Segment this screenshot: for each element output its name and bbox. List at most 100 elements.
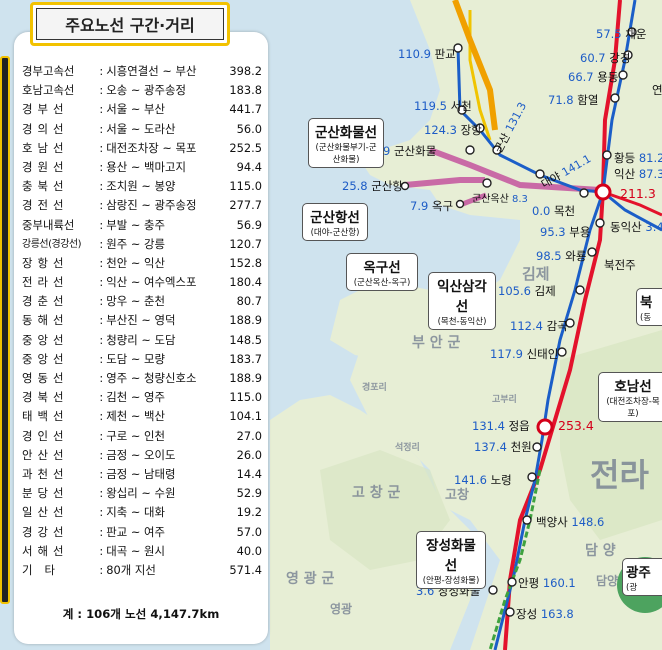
route-name: 영동선 — [22, 371, 69, 385]
route-section: 조치원 ~ 봉양 — [106, 179, 176, 194]
route-distance: 115.0 — [229, 179, 262, 194]
route-distance: 571.4 — [229, 562, 262, 577]
route-name: 과천선 — [22, 466, 69, 481]
route-distance: 188.9 — [229, 371, 262, 385]
route-distance: 115.0 — [229, 390, 262, 405]
route-name: 안산선 — [22, 447, 69, 462]
route-row: 경부선: 서울 ~ 부산 441.7 — [22, 100, 262, 119]
route-section: 80개 지선 — [106, 562, 156, 577]
route-section: 금정 ~ 오이도 — [106, 447, 176, 462]
route-row: 중부내륙선: 부발 ~ 충주 56.9 — [22, 216, 262, 235]
region-gimje: 김제 — [522, 265, 550, 283]
route-separator: : — [99, 390, 104, 405]
route-separator: : — [99, 159, 104, 174]
route-row: 경부고속선: 시흥연결선 ~ 부산 398.2 — [22, 62, 262, 81]
iksan-major-station — [594, 183, 612, 201]
station-gunsan-oksan: 군산옥산 8.3 — [472, 194, 528, 205]
jeongeup-major-station — [536, 418, 554, 436]
callout-jangseong-freight-line: 장성화물선 (안평-장성화물) — [416, 531, 486, 589]
route-row: 영동선: 영주 ~ 청량신호소 188.9 — [22, 369, 262, 388]
route-distance: 120.7 — [229, 236, 262, 251]
callout-edge-buk: 북 (동 — [636, 288, 662, 326]
station-gimje: 105.6 김제 — [498, 284, 556, 298]
region-seokjeong: 석정리 — [395, 443, 420, 453]
station-iksan-ktx: 211.3 — [620, 186, 656, 201]
route-row: 경춘선: 망우 ~ 춘천 80.7 — [22, 292, 262, 311]
region-jeolla: 전라 — [590, 456, 649, 494]
route-distance: 27.0 — [236, 428, 262, 443]
route-separator: : — [99, 236, 104, 251]
callout-edge-gwangju: 광주 (광 — [622, 558, 662, 596]
route-separator: : — [99, 371, 104, 385]
route-distance: 398.2 — [229, 64, 262, 78]
route-name: 호남고속선 — [22, 83, 75, 98]
route-row: 태백선: 제천 ~ 백산 104.1 — [22, 407, 262, 426]
route-name: 중앙선 — [22, 332, 69, 347]
route-table-title: 주요노선 구간·거리 — [36, 8, 224, 40]
station-janghang: 124.3 장항 — [424, 123, 482, 137]
route-section: 판교 ~ 여주 — [106, 524, 166, 539]
region-buan: 부 안 군 — [412, 335, 461, 351]
route-section: 익산 ~ 여수엑스포 — [106, 275, 197, 290]
route-row: 경의선: 서울 ~ 도라산 56.0 — [22, 120, 262, 139]
station-anpyeong: 안평 160.1 — [518, 576, 576, 590]
station-jeongeup-ktx: 253.4 — [558, 418, 594, 433]
route-distance: 152.8 — [229, 255, 262, 270]
route-row: 전라선: 익산 ~ 여수엑스포 180.4 — [22, 273, 262, 292]
route-name: 중부내륙선 — [22, 217, 75, 232]
station-bukjeonju: 북전주 — [604, 258, 636, 272]
station-buyong: 95.3 부용 — [540, 225, 591, 239]
route-row: 동해선: 부산진 ~ 영덕 188.9 — [22, 311, 262, 330]
route-row: 중앙선: 도담 ~ 모량 183.7 — [22, 350, 262, 369]
route-separator: : — [99, 351, 104, 366]
route-row: 과천선: 금정 ~ 남태령 14.4 — [22, 465, 262, 484]
callout-gunsan-freight-line: 군산화물선 (군산화물부기-군산화물) — [308, 118, 384, 168]
route-section: 지축 ~ 대화 — [106, 505, 166, 520]
route-section: 삼랑진 ~ 광주송정 — [106, 198, 197, 213]
route-distance: 104.1 — [229, 409, 262, 424]
station-seocheon: 119.5 서천 — [414, 99, 472, 113]
route-total: 계 : 106개 노선 4,147.7km — [62, 607, 220, 621]
region-damyang-town: 담양 — [596, 574, 619, 588]
route-section: 도담 ~ 모량 — [106, 351, 166, 366]
route-row: 강릉선(경강선): 원주 ~ 강릉 120.7 — [22, 235, 262, 254]
callout-okgu-line: 옥구선 (군산옥산-옥구) — [346, 253, 418, 291]
route-section: 망우 ~ 춘천 — [106, 294, 166, 309]
route-name: 태백선 — [22, 409, 69, 424]
route-separator: : — [99, 543, 104, 558]
region-yeonggwang: 영 광 군 — [286, 571, 335, 587]
route-separator: : — [99, 217, 104, 232]
route-distance: 188.9 — [229, 313, 262, 328]
route-separator: : — [99, 140, 104, 155]
route-row: 기타:80개 지선 571.4 — [22, 561, 262, 580]
route-section: 대전조차장 ~ 목포 — [106, 140, 197, 155]
route-section: 서울 ~ 도라산 — [106, 121, 176, 136]
route-separator: : — [99, 332, 104, 347]
station-pangyo: 110.9 판교 — [398, 47, 456, 61]
route-distance: 56.0 — [236, 121, 262, 136]
station-jeongeup: 131.4 정읍 — [472, 419, 530, 433]
route-section: 청량리 ~ 도담 — [106, 332, 176, 347]
route-section: 대곡 ~ 원시 — [106, 543, 166, 558]
station-waryong: 98.5 와룡 — [536, 249, 587, 263]
route-section: 용산 ~ 백마고지 — [106, 159, 186, 174]
station-yongdong: 66.7 용동 — [568, 70, 619, 84]
route-section: 왕십리 ~ 수원 — [106, 486, 176, 501]
route-row: 일산선: 지축 ~ 대화 19.2 — [22, 503, 262, 522]
station-noryeong: 141.6 노령 — [454, 473, 512, 487]
route-row: 호남고속선: 오송 ~ 광주송정 183.8 — [22, 81, 262, 100]
station-iksan: 익산 87.3 — [614, 167, 662, 181]
station-gamgok: 112.4 감곡 — [510, 319, 568, 333]
route-separator: : — [99, 466, 104, 481]
route-separator: : — [99, 255, 104, 270]
route-section: 오송 ~ 광주송정 — [106, 83, 186, 98]
route-name: 장항선 — [22, 255, 69, 270]
route-distance: 40.0 — [236, 543, 262, 558]
route-section: 서울 ~ 부산 — [106, 102, 166, 117]
route-separator: : — [99, 562, 104, 577]
route-separator: : — [99, 313, 104, 328]
station-gangyeong: 60.7 강경 — [580, 51, 631, 65]
route-row: 호남선: 대전조차장 ~ 목포 252.5 — [22, 139, 262, 158]
route-row: 안산선: 금정 ~ 오이도 26.0 — [22, 446, 262, 465]
route-section: 부산진 ~ 영덕 — [106, 313, 176, 328]
